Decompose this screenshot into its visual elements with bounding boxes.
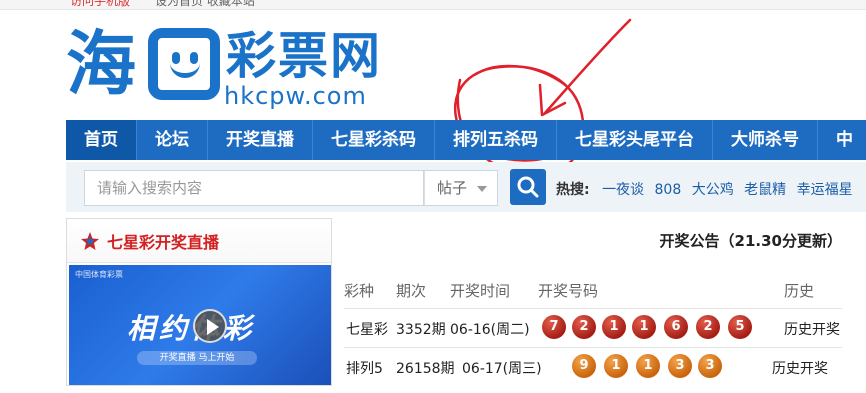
draw-ball: 3: [698, 354, 722, 378]
hot-keyword[interactable]: 一夜谈: [602, 182, 644, 198]
video-title: 相约体彩: [127, 312, 256, 345]
draw-ball: 9: [572, 354, 596, 378]
hot-keyword[interactable]: 幸运福星: [797, 182, 853, 198]
nav-home[interactable]: 首页: [66, 120, 137, 160]
star-logo-icon: [81, 231, 99, 250]
search-bar: 帖子 热搜: 一夜谈 808 大公鸡 老鼠精 幸运福星: [66, 162, 866, 212]
row-time: 06-16(周二): [450, 322, 530, 338]
live-broadcast-panel: 七星彩开奖直播 中国体育彩票 相约体彩 开奖直播 马上开始: [66, 218, 332, 386]
hot-keyword[interactable]: 808: [655, 182, 682, 198]
divider: [344, 308, 842, 309]
draw-ball: 1: [632, 315, 656, 339]
draw-ball: 5: [728, 315, 752, 339]
live-title: 七星彩开奖直播: [107, 232, 220, 252]
col-issue: 期次: [396, 282, 427, 300]
nav-forum[interactable]: 论坛: [137, 120, 208, 160]
hot-keyword[interactable]: 老鼠精: [744, 182, 786, 198]
divider: [344, 347, 842, 348]
row-game: 排列5: [346, 361, 383, 377]
notice-title: 开奖公告（21.30分更新）: [659, 232, 842, 250]
draw-ball: 7: [542, 315, 566, 339]
main-nav: 首页 论坛 开奖直播 七星彩杀码 排列五杀码 七星彩头尾平台 大师杀号 中: [66, 120, 866, 160]
top-strip: 访问手机版 设为首页 收藏本站: [0, 0, 866, 10]
col-time: 开奖时间: [450, 282, 511, 300]
row-issue: 3352期: [396, 322, 446, 338]
search-input[interactable]: [84, 170, 424, 206]
nav-master-kill[interactable]: 大师杀号: [713, 120, 818, 160]
hot-keyword[interactable]: 大公鸡: [692, 182, 734, 198]
logo-domain: hkcpw.com: [224, 82, 367, 110]
hot-search-label: 热搜:: [556, 182, 590, 198]
site-logo[interactable]: 海 彩票网 hkcpw.com: [66, 22, 416, 112]
draw-ball: 1: [636, 354, 660, 378]
history-link[interactable]: 历史开奖: [784, 319, 840, 339]
row-game: 七星彩: [346, 322, 388, 338]
draw-notice-panel: 开奖公告（21.30分更新） 彩种 期次 开奖时间 开奖号码 历史 七星彩 33…: [332, 218, 866, 393]
draw-ball: 3: [668, 354, 692, 378]
col-numbers: 开奖号码: [538, 282, 599, 300]
video-tag: 中国体育彩票: [75, 270, 123, 279]
logo-text: 彩票网: [226, 27, 382, 85]
draw-ball: 6: [664, 315, 688, 339]
bookmark-links[interactable]: 设为首页 收藏本站: [155, 0, 255, 9]
draw-ball: 2: [572, 315, 596, 339]
mobile-link[interactable]: 访问手机版: [70, 0, 130, 9]
search-icon: [517, 176, 539, 198]
draw-ball: 1: [604, 354, 628, 378]
video-caption: 开奖直播 马上开始: [137, 351, 257, 365]
logo-hai-char: 海: [66, 23, 136, 105]
draw-ball: 1: [602, 315, 626, 339]
search-type-label: 帖子: [437, 179, 468, 197]
search-type-select[interactable]: 帖子: [424, 170, 498, 206]
draw-ball: 2: [696, 315, 720, 339]
nav-more[interactable]: 中: [818, 120, 866, 160]
col-game: 彩种: [344, 282, 375, 300]
live-video[interactable]: 中国体育彩票 相约体彩 开奖直播 马上开始: [69, 265, 331, 385]
nav-pl5-kill[interactable]: 排列五杀码: [435, 120, 557, 160]
hot-search: 热搜: 一夜谈 808 大公鸡 老鼠精 幸运福星: [556, 179, 859, 199]
search-button[interactable]: [510, 169, 546, 205]
nav-qxc-headtail[interactable]: 七星彩头尾平台: [557, 120, 713, 160]
nav-qxc-kill[interactable]: 七星彩杀码: [313, 120, 435, 160]
row-issue: 26158期: [396, 361, 455, 377]
history-link[interactable]: 历史开奖: [772, 358, 828, 378]
live-header: 七星彩开奖直播: [67, 219, 331, 263]
logo-face-icon: [148, 28, 220, 100]
nav-live-draw[interactable]: 开奖直播: [208, 120, 313, 160]
row-time: 06-17(周三): [462, 361, 542, 377]
col-history: 历史: [784, 282, 815, 300]
chevron-down-icon: [477, 186, 487, 192]
play-icon[interactable]: [193, 309, 227, 343]
